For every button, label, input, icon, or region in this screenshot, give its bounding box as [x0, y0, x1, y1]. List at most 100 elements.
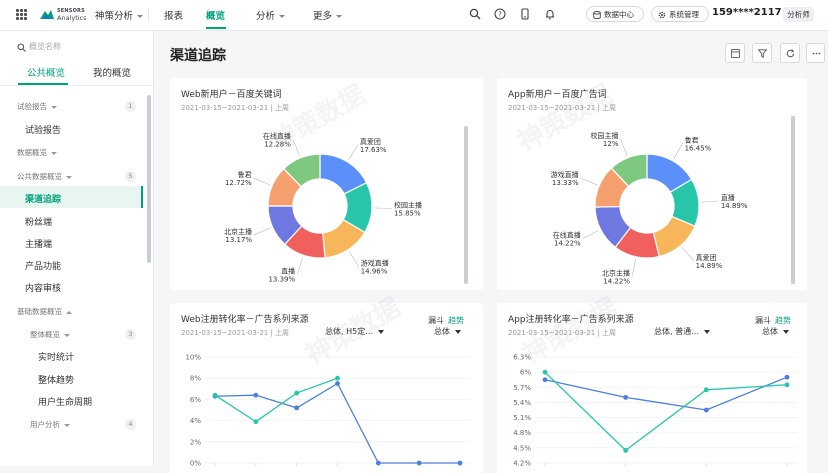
count-badge: 4	[125, 419, 136, 430]
page-title: 渠道追踪	[170, 48, 226, 64]
nav-more[interactable]: 更多	[313, 8, 343, 22]
top-nav-bar: SENSORS Analytics 神策分析 报表 概览 分析 更多 ? 数据中…	[0, 0, 828, 31]
series-line	[214, 382, 460, 464]
slice-label: 北京主播	[224, 227, 252, 236]
user-account[interactable]: 159****2117	[712, 7, 782, 18]
chevron-down-icon	[51, 105, 57, 109]
project-selector[interactable]: 神策分析	[95, 8, 144, 22]
slice-value-label: 14.89%	[696, 262, 723, 270]
slice-value-label: 14.96%	[361, 268, 388, 276]
slice-label: 在线直播	[553, 230, 581, 239]
slice-leader-line	[580, 177, 598, 186]
nav-reports[interactable]: 报表	[164, 8, 183, 22]
sidebar-item-overall-trend[interactable]: 整体趋势	[38, 373, 74, 386]
help-icon[interactable]: ?	[494, 8, 506, 20]
sidebar-item-content-review[interactable]: 内容审核	[25, 281, 61, 294]
slice-value-label: 17.63%	[360, 146, 387, 154]
active-item-bar	[141, 186, 143, 208]
slice-value-label: 12%	[603, 140, 619, 148]
sidebar-item-channel-tracking[interactable]: 渠道追踪	[25, 192, 61, 205]
slice-value-label: 13.39%	[268, 275, 295, 283]
search-icon[interactable]	[469, 8, 481, 20]
sidebar-item-anchors[interactable]: 主播端	[25, 237, 52, 250]
search-input[interactable]: 概览名称	[17, 41, 137, 53]
slice-label: 在线直播	[263, 131, 291, 140]
trend-toggle[interactable]: 趋势	[775, 315, 791, 326]
count-badge: 1	[125, 101, 136, 112]
active-item-highlight	[0, 186, 143, 208]
nav-overview[interactable]: 概览	[206, 8, 225, 22]
filter-button[interactable]	[752, 43, 772, 63]
data-point	[623, 394, 629, 400]
tab-public-overview[interactable]: 公共概览	[27, 65, 65, 79]
sidebar-item-realtime-stats[interactable]: 实时统计	[38, 350, 74, 363]
y-tick-label: 4%	[190, 417, 201, 425]
y-tick-label: 5.4%	[513, 399, 531, 407]
app-grid-icon[interactable]	[16, 9, 27, 20]
slice-value-label: 15.85%	[394, 210, 421, 218]
slice-label: 真爱团	[696, 253, 717, 262]
group-overall-overview[interactable]: 整体概览	[30, 329, 70, 340]
chevron-down-icon	[336, 15, 343, 18]
chevron-down-icon	[64, 333, 70, 337]
series-line	[544, 371, 788, 452]
total-select[interactable]: 总体	[762, 326, 789, 337]
sensors-logo[interactable]: SENSORS Analytics	[40, 7, 88, 23]
role-badge[interactable]: 分析师	[783, 7, 814, 22]
group-filter-select[interactable]: 总体, H5定…	[325, 326, 385, 337]
sidebar-scrollbar[interactable]	[147, 95, 151, 263]
total-select[interactable]: 总体	[434, 326, 461, 337]
caret-down-icon	[704, 329, 711, 334]
slice-value-label: 13.33%	[552, 179, 579, 187]
slice-leader-line	[673, 143, 683, 160]
group-basic-data-overview[interactable]: 基础数据概览	[17, 306, 72, 317]
select-value: 总体	[434, 327, 450, 336]
bell-icon[interactable]	[544, 8, 556, 20]
group-user-analysis[interactable]: 用户分析	[30, 419, 70, 430]
tab-my-overview[interactable]: 我的概览	[93, 65, 131, 79]
group-data-overview[interactable]: 数据概览	[17, 147, 57, 158]
data-point	[542, 377, 548, 383]
sidebar-item-product-features[interactable]: 产品功能	[25, 259, 61, 272]
slice-leader-line	[373, 207, 392, 209]
data-point	[703, 407, 709, 413]
sidebar-item-experiment-report[interactable]: 试验报告	[25, 123, 61, 136]
nav-analysis[interactable]: 分析	[256, 8, 286, 22]
trend-toggle[interactable]: 趋势	[448, 315, 464, 326]
group-experiment-report[interactable]: 试验报告	[17, 101, 57, 112]
data-point	[457, 460, 463, 466]
svg-text:?: ?	[498, 11, 502, 19]
sidebar-item-fans[interactable]: 粉丝端	[25, 215, 52, 228]
slice-leader-line	[253, 227, 271, 236]
y-tick-label: 6.3%	[513, 354, 531, 362]
card-web-conversion: Web注册转化率－广告系列来源 2021-03-15~2021-03-21 | …	[170, 293, 483, 473]
group-public-data-overview[interactable]: 公共数据概览	[17, 171, 72, 182]
system-admin-button[interactable]: 系统管理	[651, 6, 709, 22]
y-tick-label: 4.8%	[513, 429, 531, 437]
fullscreen-button[interactable]	[725, 43, 745, 63]
slice-leader-line	[348, 144, 359, 161]
card-date: 2021-03-15~2021-03-21 | 上周	[508, 329, 617, 337]
y-tick-label: 6%	[190, 396, 201, 404]
data-point	[335, 381, 340, 386]
data-center-button[interactable]: 数据中心	[586, 6, 644, 22]
funnel-toggle[interactable]: 漏斗	[428, 315, 444, 326]
caret-down-icon	[455, 329, 461, 334]
funnel-toggle[interactable]: 漏斗	[755, 315, 771, 326]
data-point	[375, 460, 381, 466]
group-filter-select[interactable]: 总体, 普通…	[654, 326, 711, 337]
system-admin-label: 系统管理	[669, 10, 699, 19]
data-point	[784, 374, 790, 380]
refresh-button[interactable]	[780, 43, 800, 63]
slice-leader-line	[348, 251, 359, 267]
group-label: 公共数据概览	[17, 172, 62, 181]
sidebar-item-user-lifecycle[interactable]: 用户生命周期	[38, 395, 92, 408]
y-tick-label: 10%	[185, 354, 201, 362]
slice-label: 直播	[721, 193, 735, 202]
more-button[interactable]	[806, 43, 825, 63]
mobile-icon[interactable]	[519, 8, 531, 20]
divider	[148, 9, 149, 21]
card-scrollbar[interactable]	[464, 126, 468, 284]
card-scrollbar[interactable]	[791, 116, 795, 284]
gear-icon	[658, 11, 666, 19]
